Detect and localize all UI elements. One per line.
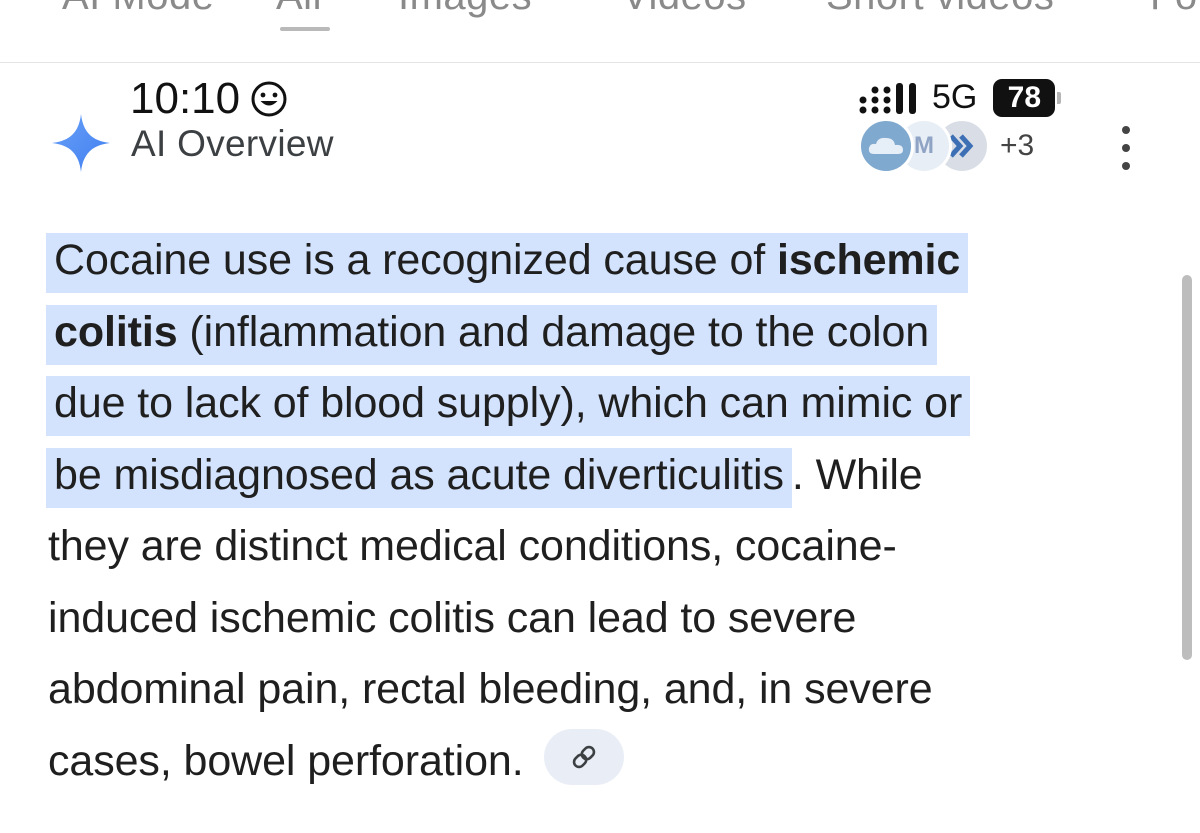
- source-avatars[interactable]: M +3: [858, 118, 1034, 174]
- answer-line: they are distinct medical conditions, co…: [48, 522, 897, 570]
- answer-bold-term: colitis: [54, 307, 178, 356]
- ai-overview-screen: AI Mode All Images Videos Short videos F…: [0, 0, 1200, 833]
- tab-all[interactable]: All: [276, 0, 322, 19]
- status-indicators: 5G 78: [858, 78, 1062, 117]
- battery-level: 78: [993, 78, 1056, 117]
- answer-line: cases, bowel perforation.: [48, 726, 1148, 798]
- tab-forums[interactable]: Forums: [1150, 0, 1200, 19]
- tab-images[interactable]: Images: [398, 0, 532, 19]
- active-tab-indicator: [280, 27, 330, 31]
- link-icon: [572, 745, 595, 769]
- answer-line: Cocaine use is a recognized cause of isc…: [46, 225, 1148, 297]
- tab-ai-mode[interactable]: AI Mode: [62, 0, 214, 19]
- answer-text-span: (inflammation and damage to the colon: [177, 307, 930, 356]
- highlighted-text: due to lack of blood supply), which can …: [46, 376, 971, 436]
- highlighted-text: colitis (inflammation and damage to the …: [46, 304, 938, 365]
- smiley-icon: [251, 81, 287, 117]
- battery-indicator: 78: [993, 78, 1062, 117]
- highlighted-text: be misdiagnosed as acute diverticulitis: [46, 447, 792, 508]
- sparkle-icon: [52, 114, 110, 172]
- link-button[interactable]: [543, 729, 624, 786]
- highlighted-text: Cocaine use is a recognized cause of isc…: [46, 233, 969, 293]
- answer-text-span: . While: [791, 450, 923, 499]
- network-type: 5G: [932, 78, 978, 116]
- answer-line: be misdiagnosed as acute diverticulitis.…: [46, 440, 1148, 512]
- answer-bold-term: ischemic: [776, 236, 961, 284]
- ai-overview-title: AI Overview: [131, 123, 334, 164]
- scrollbar[interactable]: [1182, 275, 1192, 660]
- battery-tip: [1057, 91, 1062, 104]
- answer-text-span: Cocaine use is a recognized cause of: [54, 236, 777, 284]
- more-vert-icon[interactable]: [1108, 126, 1144, 170]
- status-time: 10:10: [130, 74, 288, 124]
- search-tabs: AI Mode All Images Videos Short videos F…: [0, 0, 1200, 63]
- ai-answer-text: Cocaine use is a recognized cause of isc…: [46, 225, 1148, 798]
- signal-icon: [859, 82, 916, 114]
- cloud-icon: [868, 137, 903, 154]
- answer-line: abdominal pain, rectal bleeding, and, in…: [48, 665, 933, 713]
- clock-label: 10:10: [130, 74, 241, 123]
- answer-line: induced ischemic colitis can lead to sev…: [48, 593, 857, 642]
- answer-line: due to lack of blood supply), which can …: [46, 368, 1148, 440]
- source-avatar[interactable]: [858, 118, 914, 174]
- tab-videos[interactable]: Videos: [622, 0, 747, 19]
- tab-short-videos[interactable]: Short videos: [826, 0, 1054, 19]
- sources-more-count[interactable]: +3: [1000, 129, 1034, 163]
- answer-text-span: cases, bowel perforation.: [48, 736, 524, 785]
- answer-line: colitis (inflammation and damage to the …: [46, 297, 1148, 369]
